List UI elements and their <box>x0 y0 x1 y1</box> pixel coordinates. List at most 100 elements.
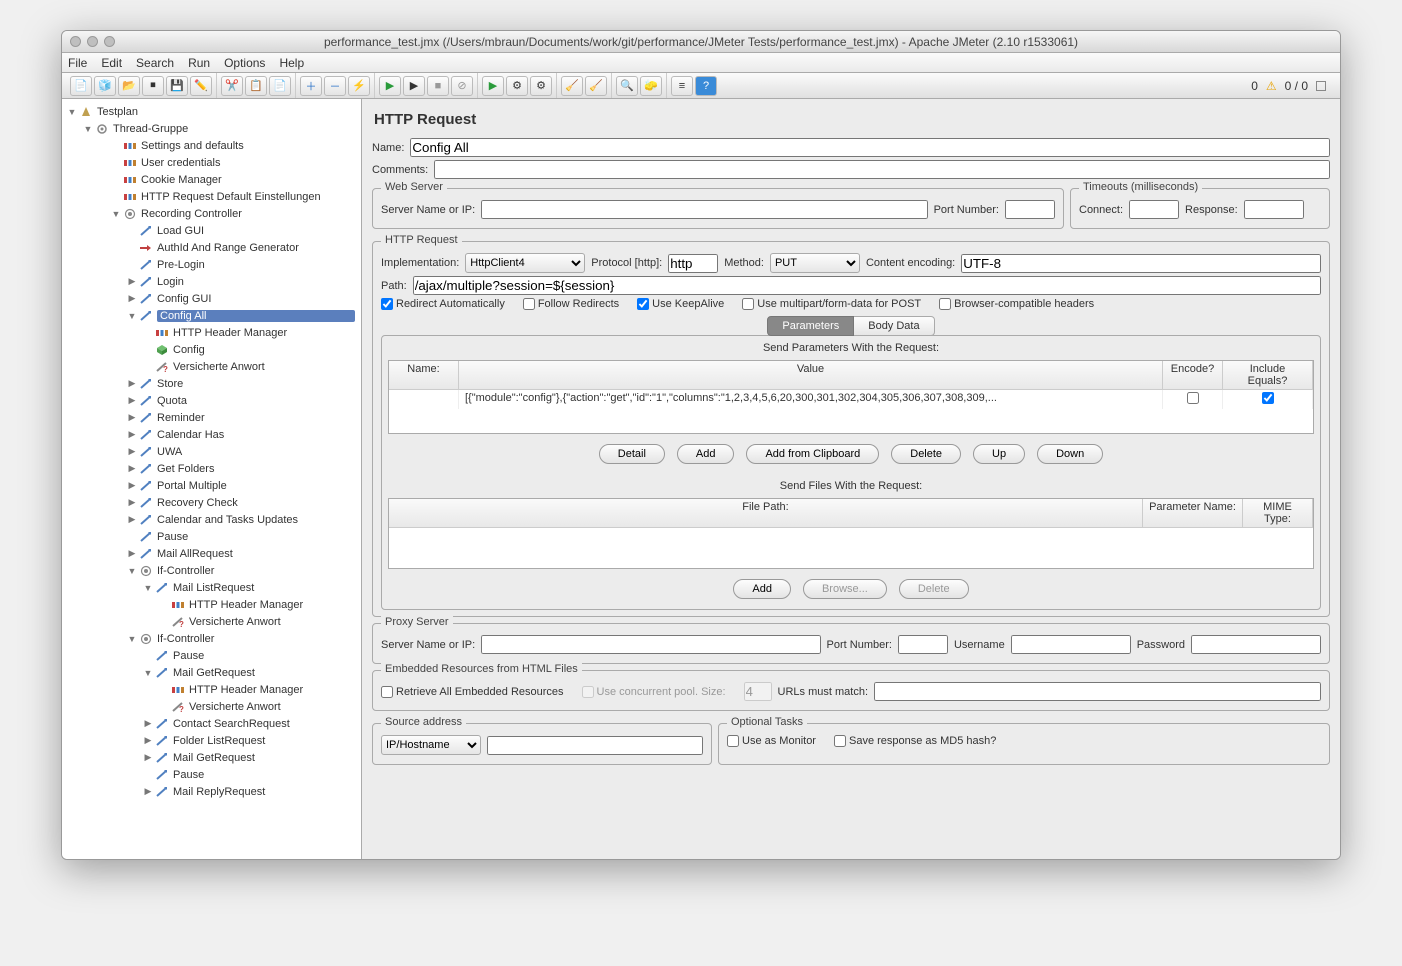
tree-item[interactable]: ▶Calendar Has <box>62 426 361 443</box>
proto-input[interactable] <box>668 254 718 273</box>
tree-twisty[interactable]: ▶ <box>142 786 154 797</box>
tree-item[interactable]: Config <box>62 341 361 358</box>
tree-item[interactable]: ▶Config GUI <box>62 290 361 307</box>
proxy-user-input[interactable] <box>1011 635 1131 654</box>
tree-twisty[interactable]: ▶ <box>126 548 138 559</box>
tree-twisty[interactable]: ▼ <box>126 566 138 576</box>
tree-item[interactable]: ▶Recovery Check <box>62 494 361 511</box>
close-icon[interactable] <box>70 36 81 47</box>
tree-twisty[interactable]: ▶ <box>142 718 154 729</box>
impl-select[interactable]: HttpClient4 <box>465 253 585 273</box>
param-row-include[interactable] <box>1262 392 1274 404</box>
tree-item[interactable]: ▼Testplan <box>62 103 361 120</box>
tree-twisty[interactable]: ▼ <box>110 209 122 219</box>
tb-saveas[interactable]: ✏️ <box>190 76 212 96</box>
tree-twisty[interactable]: ▶ <box>126 378 138 389</box>
tree-twisty[interactable]: ▶ <box>126 463 138 474</box>
browser-headers-check[interactable] <box>939 298 951 310</box>
tb-reset-search[interactable]: 🧽 <box>640 76 662 96</box>
tree-item[interactable]: ?Versicherte Anwort <box>62 358 361 375</box>
tree-twisty[interactable]: ▶ <box>126 276 138 287</box>
files-add-button[interactable]: Add <box>733 579 791 599</box>
proxy-server-input[interactable] <box>481 635 820 654</box>
params-detail-button[interactable]: Detail <box>599 444 665 464</box>
tree-item[interactable]: ▼If-Controller <box>62 630 361 647</box>
tree-item[interactable]: Settings and defaults <box>62 137 361 154</box>
source-type-select[interactable]: IP/Hostname <box>381 735 481 755</box>
tree-twisty[interactable]: ▶ <box>126 412 138 423</box>
tree-item[interactable]: AuthId And Range Generator <box>62 239 361 256</box>
tree-twisty[interactable]: ▶ <box>126 395 138 406</box>
menu-file[interactable]: File <box>68 56 87 70</box>
tb-start[interactable]: ▶ <box>379 76 401 96</box>
params-up-button[interactable]: Up <box>973 444 1025 464</box>
tb-search[interactable]: 🔍 <box>616 76 638 96</box>
tree-twisty[interactable]: ▶ <box>126 446 138 457</box>
tab-parameters[interactable]: Parameters <box>767 316 854 336</box>
path-input[interactable] <box>413 276 1321 295</box>
tb-function-helper[interactable]: ≡ <box>671 76 693 96</box>
files-browse-button[interactable]: Browse... <box>803 579 887 599</box>
tree-item[interactable]: HTTP Header Manager <box>62 596 361 613</box>
retrieve-embedded-check[interactable] <box>381 686 393 698</box>
tree-item[interactable]: ?Versicherte Anwort <box>62 698 361 715</box>
monitor-check[interactable] <box>727 735 739 747</box>
urls-match-input[interactable] <box>874 682 1321 701</box>
multipart-check[interactable] <box>742 298 754 310</box>
tree-item[interactable]: ?Versicherte Anwort <box>62 613 361 630</box>
params-add-button[interactable]: Add <box>677 444 735 464</box>
tree-item[interactable]: ▶UWA <box>62 443 361 460</box>
source-input[interactable] <box>487 736 703 755</box>
tree-item[interactable]: Load GUI <box>62 222 361 239</box>
menu-run[interactable]: Run <box>188 56 210 70</box>
params-delete-button[interactable]: Delete <box>891 444 961 464</box>
tree-twisty[interactable]: ▶ <box>126 293 138 304</box>
method-select[interactable]: PUT <box>770 253 860 273</box>
tree-item[interactable]: HTTP Header Manager <box>62 324 361 341</box>
params-table[interactable]: Name: Value Encode? Include Equals? [{"m… <box>388 360 1314 434</box>
tb-paste[interactable]: 📄 <box>269 76 291 96</box>
tb-start-notimers[interactable]: ▶ <box>403 76 425 96</box>
param-row-name[interactable] <box>389 390 459 409</box>
tree-twisty[interactable]: ▼ <box>82 124 94 134</box>
tree-item[interactable]: User credentials <box>62 154 361 171</box>
keepalive-check[interactable] <box>637 298 649 310</box>
tree-twisty[interactable]: ▼ <box>126 634 138 644</box>
tree-item[interactable]: ▶Contact SearchRequest <box>62 715 361 732</box>
redirect-auto-check[interactable] <box>381 298 393 310</box>
tb-new[interactable]: 📄 <box>70 76 92 96</box>
tree-item[interactable]: ▶Login <box>62 273 361 290</box>
tree-item[interactable]: ▼Config All <box>62 307 361 324</box>
menu-search[interactable]: Search <box>136 56 174 70</box>
tb-copy[interactable]: 📋 <box>245 76 267 96</box>
tb-help[interactable]: ? <box>695 76 717 96</box>
tree-item[interactable]: ▼Mail ListRequest <box>62 579 361 596</box>
tree-item[interactable]: Pause <box>62 647 361 664</box>
port-input[interactable] <box>1005 200 1055 219</box>
tb-shutdown[interactable]: ⊘ <box>451 76 473 96</box>
tb-clearall[interactable]: 🧹 <box>585 76 607 96</box>
params-down-button[interactable]: Down <box>1037 444 1103 464</box>
tb-close[interactable]: ⏹ <box>142 76 164 96</box>
tree-twisty[interactable]: ▼ <box>126 311 138 321</box>
param-row-value[interactable]: [{"module":"config"},{"action":"get","id… <box>459 390 1163 409</box>
tree-item[interactable]: ▶Calendar and Tasks Updates <box>62 511 361 528</box>
tree-twisty[interactable]: ▼ <box>66 107 78 117</box>
tree-twisty[interactable]: ▼ <box>142 668 154 678</box>
tree-item[interactable]: ▶Folder ListRequest <box>62 732 361 749</box>
server-name-input[interactable] <box>481 200 927 219</box>
tree-twisty[interactable]: ▶ <box>126 514 138 525</box>
tree-item[interactable]: ▶Mail AllRequest <box>62 545 361 562</box>
param-row-encode[interactable] <box>1187 392 1199 404</box>
proxy-port-input[interactable] <box>898 635 948 654</box>
tb-stop[interactable]: ■ <box>427 76 449 96</box>
menu-options[interactable]: Options <box>224 56 265 70</box>
tree-item[interactable]: HTTP Request Default Einstellungen <box>62 188 361 205</box>
tree-item[interactable]: ▶Mail GetRequest <box>62 749 361 766</box>
tree-twisty[interactable]: ▶ <box>126 429 138 440</box>
menu-help[interactable]: Help <box>279 56 304 70</box>
tb-save[interactable]: 💾 <box>166 76 188 96</box>
tree-item[interactable]: ▶Reminder <box>62 409 361 426</box>
follow-redirects-check[interactable] <box>523 298 535 310</box>
name-input[interactable] <box>410 138 1330 157</box>
